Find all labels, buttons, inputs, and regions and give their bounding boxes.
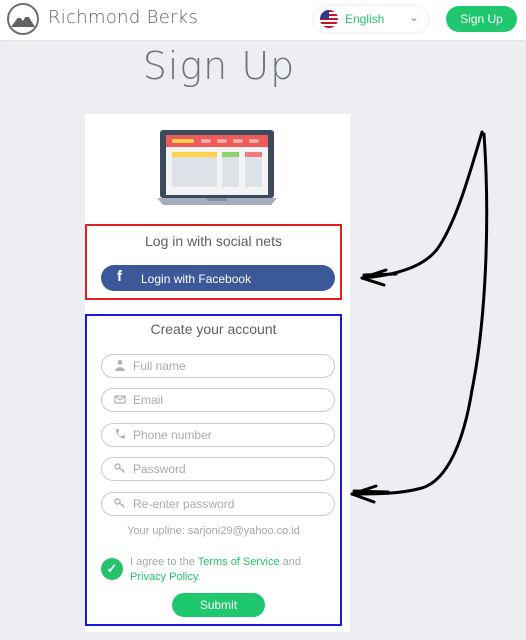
submit-button[interactable]: Submit xyxy=(172,593,265,617)
agree-suffix: . xyxy=(197,571,201,583)
social-login-title: Log in with social nets xyxy=(145,233,282,249)
password-field[interactable] xyxy=(101,457,335,481)
social-login-section: Log in with social nets f Login with Fac… xyxy=(85,224,342,300)
arrow-to-facebook-icon xyxy=(360,130,484,280)
agree-text: I agree to the Terms of Service and Priva… xyxy=(130,555,330,585)
facebook-icon: f xyxy=(117,268,122,285)
laptop-illustration-icon xyxy=(157,130,277,205)
user-icon xyxy=(113,359,127,373)
arrow-to-reenter-password-icon xyxy=(350,132,489,496)
reenter-password-input[interactable] xyxy=(133,495,329,513)
mountain-logo-icon[interactable] xyxy=(7,3,39,35)
email-input[interactable] xyxy=(133,391,329,409)
header-signup-button[interactable]: Sign Up xyxy=(446,6,517,32)
email-field[interactable] xyxy=(101,388,335,412)
facebook-login-label: Login with Facebook xyxy=(141,272,252,286)
phone-field[interactable] xyxy=(101,423,335,447)
us-flag-icon xyxy=(320,10,338,28)
phone-icon xyxy=(113,428,127,442)
key-icon xyxy=(113,497,127,511)
top-header: Richmond Berks English ⌄ Sign Up xyxy=(0,0,526,40)
language-selector[interactable]: English ⌄ xyxy=(314,6,428,32)
upline-text: Your upline: sarjoni29@yahoo.co.id xyxy=(127,525,300,537)
phone-input[interactable] xyxy=(133,426,329,444)
facebook-login-button[interactable]: f Login with Facebook xyxy=(101,265,335,291)
create-account-section: Create your account Your upline: sarjoni… xyxy=(85,314,342,626)
reenter-password-field[interactable] xyxy=(101,492,335,516)
agree-middle: and xyxy=(279,556,302,568)
terms-of-service-link[interactable]: Terms of Service xyxy=(198,556,280,568)
language-label: English xyxy=(345,12,385,26)
page-title: Sign Up xyxy=(142,44,296,88)
envelope-icon xyxy=(113,393,127,407)
privacy-policy-link[interactable]: Privacy Policy xyxy=(130,571,198,583)
annotation-arrows xyxy=(350,130,489,504)
create-account-title: Create your account xyxy=(150,321,277,337)
password-input[interactable] xyxy=(133,460,329,478)
agree-checkbox[interactable]: ✓ xyxy=(101,558,123,580)
full-name-field[interactable] xyxy=(101,354,335,378)
agree-prefix: I agree to the xyxy=(130,556,198,568)
key-icon xyxy=(113,462,127,476)
chevron-down-icon: ⌄ xyxy=(408,10,419,24)
full-name-input[interactable] xyxy=(133,357,329,375)
brand-name[interactable]: Richmond Berks xyxy=(48,7,198,28)
